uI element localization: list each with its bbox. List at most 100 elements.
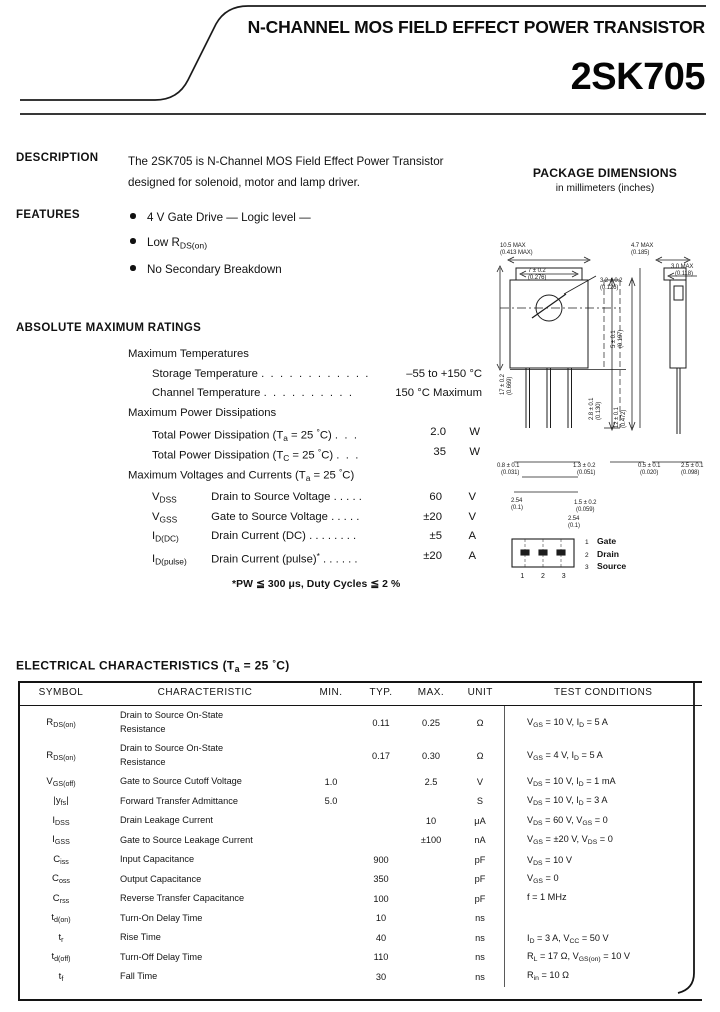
cell-test-conditions: VDS = 60 V, VGS = 0 xyxy=(504,811,702,831)
pin-name: Drain xyxy=(597,548,619,559)
amr-row-value: ±20 xyxy=(423,549,442,562)
dimension-mm: 5 ± 0.1 xyxy=(611,330,617,348)
dimension-mm: 4.7 MAX xyxy=(631,243,654,249)
cell-typ xyxy=(356,792,406,812)
cell-typ: 900 xyxy=(373,854,389,865)
dimension-mm: 10.5 MAX xyxy=(500,243,526,249)
column-header-symbol: SYMBOL xyxy=(18,681,104,706)
cell-characteristic: Forward Transfer Admittance xyxy=(120,795,238,806)
absolute-maximum-ratings-block: Maximum Temperatures Storage Temperature… xyxy=(128,345,488,595)
amr-row-name: Storage Temperature xyxy=(152,367,258,380)
cell-typ: 350 xyxy=(373,874,389,885)
cell-unit: ns xyxy=(475,913,485,924)
cell-min xyxy=(306,909,356,929)
cell-max: 10 xyxy=(425,815,437,826)
cell-test-conditions: VDS = 10 V, ID = 1 mA xyxy=(504,772,702,792)
table-row: Ciss Input Capacitance 900 pF VDS = 10 V xyxy=(18,850,702,870)
cell-characteristic: Reverse Transfer Capacitance xyxy=(120,893,245,903)
cell-min: 1.0 xyxy=(324,776,338,787)
pinout-legend: 1 Gate 2 Drain 3 Source xyxy=(585,536,626,574)
feature-text: No Secondary Breakdown xyxy=(147,263,282,277)
dimension-inch: (0.098) xyxy=(681,470,700,477)
cell-symbol: td(on) xyxy=(51,912,71,925)
table-row: |yfs| Forward Transfer Admittance 5.0 S … xyxy=(18,791,702,812)
amr-leader-dots: . . . . . . . . . . xyxy=(263,387,354,400)
table-header: SYMBOL CHARACTERISTIC MIN. TYP. MAX. UNI… xyxy=(18,681,702,706)
dimension-mm: 12 ± 0.1 xyxy=(614,407,620,428)
cell-unit: V xyxy=(476,776,484,787)
amr-row: ID(pulse) Drain Current (pulse)* . . . .… xyxy=(128,547,488,567)
cell-max xyxy=(406,909,456,929)
cell-test-conditions: f = 1 MHz xyxy=(504,889,702,909)
amr-row: Storage Temperature . . . . . . . . . . … xyxy=(128,365,488,385)
cell-typ: 100 xyxy=(373,893,389,904)
dimension-mm: 17 ± 0.2 xyxy=(500,374,506,395)
cell-symbol: Coss xyxy=(52,873,70,886)
amr-row: Channel Temperature . . . . . . . . . . … xyxy=(128,384,488,404)
dimension-inch: (0.118) xyxy=(675,271,693,278)
amr-row-value: ±5 xyxy=(429,530,442,543)
part-number: 2SK705 xyxy=(570,56,706,98)
pin-number: 1 xyxy=(585,539,589,546)
pin-number: 3 xyxy=(585,564,589,571)
cell-max: ±100 xyxy=(420,835,442,846)
cell-typ: 110 xyxy=(373,952,389,963)
page-title: N-CHANNEL MOS FIELD EFFECT POWER TRANSIS… xyxy=(247,17,706,37)
column-header-characteristic: CHARACTERISTIC xyxy=(104,681,306,706)
amr-leader-dots: . . . xyxy=(334,429,359,442)
cell-max xyxy=(406,792,456,812)
cell-symbol: RDS(on) xyxy=(46,716,76,729)
pinout-numbers: 1 2 3 xyxy=(512,573,574,580)
table-row: VGS(off) Gate to Source Cutoff Voltage 1… xyxy=(18,772,702,792)
dimension-inch: (0.197) xyxy=(618,329,625,348)
table-row: RDS(on) Drain to Source On-State Resistan… xyxy=(18,739,702,772)
cell-min: 5.0 xyxy=(324,796,338,807)
cell-characteristic: Input Capacitance xyxy=(120,854,195,864)
dimension-mm: 3.0 MAX xyxy=(671,264,694,270)
dimension-lead-pitch-1: 2.54 (0.1) xyxy=(511,498,523,513)
cell-min xyxy=(306,739,356,772)
dimension-lead-width-2: 1.5 ± 0.2 (0.059) xyxy=(574,500,597,515)
column-header-typ: TYP. xyxy=(356,681,406,706)
table-row: td(on) Turn-On Delay Time 10 ns xyxy=(18,908,702,929)
amr-row-name: Drain Current (DC) xyxy=(211,530,306,543)
cell-symbol: Ciss xyxy=(53,853,69,866)
dimension-inch: (0.276) xyxy=(528,275,547,282)
cell-unit: pF xyxy=(474,893,486,904)
pinout-legend-row: 1 Gate xyxy=(585,536,626,549)
cell-typ: 0.11 xyxy=(372,717,390,728)
dimension-side-body: 2.5 ± 0.1 (0.098) xyxy=(681,463,704,478)
cell-max xyxy=(406,850,456,870)
cell-min xyxy=(306,706,356,740)
amr-leader-dots: . . . xyxy=(336,449,360,462)
amr-leader-dots: . . . . . xyxy=(331,510,360,523)
dimension-mm: 3.2 ± 0.2 xyxy=(600,278,623,284)
amr-row-name: Gate to Source Voltage xyxy=(211,510,328,523)
cell-max xyxy=(406,870,456,890)
description-text: The 2SK705 is N-Channel MOS Field Effect… xyxy=(128,155,444,189)
amr-row-name: Channel Temperature xyxy=(152,387,261,400)
cell-min xyxy=(306,967,356,987)
amr-row-name: Drain Current (pulse)* xyxy=(211,550,320,566)
dimension-mm: 7 ± 0.2 xyxy=(528,268,546,274)
amr-row-value: ±20 xyxy=(423,510,442,523)
dimension-body-length: 12 ± 0.1 (0.472) xyxy=(614,407,629,428)
cell-min xyxy=(306,889,356,909)
cell-test-conditions: VGS = 0 xyxy=(504,869,702,889)
amr-row-name: Drain to Source Voltage xyxy=(211,490,331,503)
cell-characteristic: Drain Leakage Current xyxy=(120,815,213,825)
dimension-mm: 2.8 ± 0.1 xyxy=(589,397,595,420)
cell-typ: 0.17 xyxy=(372,750,390,761)
electrical-characteristics-table: SYMBOL CHARACTERISTIC MIN. TYP. MAX. UNI… xyxy=(18,681,702,987)
features-label: FEATURES xyxy=(16,209,80,221)
table-row: RDS(on) Drain to Source On-State Resistan… xyxy=(18,705,702,740)
cell-symbol: VGS(off) xyxy=(46,775,76,788)
package-dimensions-title: PACKAGE DIMENSIONS xyxy=(532,166,678,180)
feature-item: Low RDS(on) xyxy=(128,232,468,256)
column-header-unit: UNIT xyxy=(456,681,505,706)
cell-test-conditions xyxy=(504,908,702,928)
cell-typ: 30 xyxy=(375,971,387,982)
cell-test-conditions: VGS = 4 V, ID = 5 A xyxy=(504,739,702,772)
dimension-mm: 0.8 ± 0.1 xyxy=(497,463,520,469)
cell-unit: nA xyxy=(474,835,486,846)
